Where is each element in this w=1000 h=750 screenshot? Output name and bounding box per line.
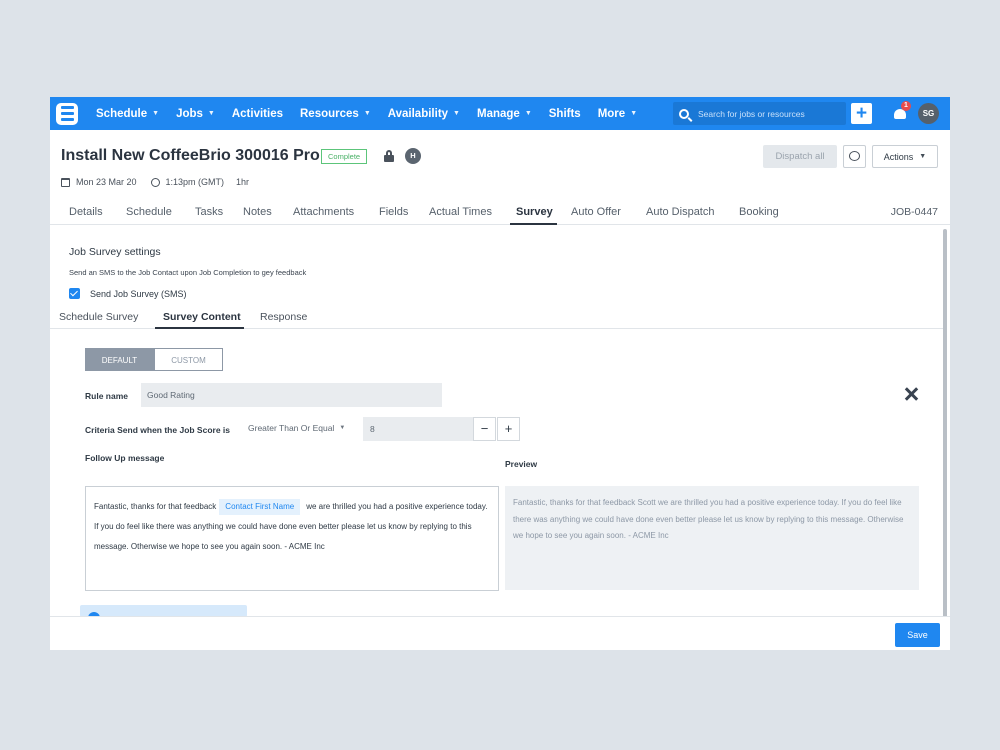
tab-actual-times[interactable]: Actual Times (429, 206, 492, 218)
increment-button[interactable]: + (497, 417, 520, 441)
nav-item-resources[interactable]: Resources ▼ (300, 108, 371, 120)
contact-first-name-token[interactable]: Contact First Name (219, 499, 301, 515)
global-search (673, 102, 846, 125)
search-icon (679, 108, 689, 119)
tab-survey[interactable]: Survey (516, 206, 553, 218)
app-logo-icon[interactable] (56, 102, 78, 125)
top-navigation-bar: Schedule ▼ Jobs ▼ Activities Resources ▼ Av… (50, 97, 950, 130)
criteria-label: Criteria Send when the Job Score is (85, 425, 231, 435)
rule-name-label: Rule name (85, 391, 128, 401)
survey-settings-heading: Job Survey settings (69, 246, 161, 258)
nav-item-activities[interactable]: Activities (232, 108, 283, 120)
job-time: 1:13pm (GMT) (165, 177, 225, 187)
nav-label: Availability (387, 107, 449, 120)
lock-icon (384, 150, 394, 162)
nav-label: Activities (231, 107, 283, 120)
job-tabs: Details Schedule Tasks Notes Attachments… (50, 201, 950, 225)
job-score-input[interactable]: 8 (363, 417, 473, 441)
job-duration: 1hr (236, 177, 250, 187)
criteria-operator-value: Greater Than Or Equal (248, 423, 335, 433)
clock-icon (150, 177, 160, 187)
nav-item-more[interactable]: More ▼ (598, 108, 637, 120)
tab-details[interactable]: Details (69, 206, 103, 218)
chat-bubble-icon (849, 151, 860, 161)
tab-auto-offer[interactable]: Auto Offer (571, 206, 621, 218)
dispatch-all-button[interactable]: Dispatch all (763, 145, 837, 168)
search-input[interactable] (698, 108, 838, 119)
followup-label: Follow Up message (85, 453, 165, 463)
nav-label: More (597, 107, 626, 120)
job-id: JOB-0447 (890, 206, 938, 218)
custom-toggle-button[interactable]: CUSTOM (154, 348, 223, 371)
rule-name-input[interactable]: Good Rating (141, 383, 442, 407)
nav-item-manage[interactable]: Manage ▼ (477, 108, 532, 120)
app-window: Schedule ▼ Jobs ▼ Activities Resources ▼ Av… (50, 97, 950, 650)
nav-label: Shifts (548, 107, 581, 120)
subtab-survey-content[interactable]: Survey Content (163, 311, 241, 323)
send-survey-checkbox[interactable] (69, 288, 80, 299)
tab-tasks[interactable]: Tasks (195, 206, 223, 218)
save-button[interactable]: Save (895, 623, 940, 647)
notifications-bell-icon[interactable]: 1 (893, 101, 911, 120)
actions-label: Actions (883, 151, 914, 162)
chevron-down-icon: ▼ (207, 110, 215, 117)
actions-dropdown[interactable]: Actions ▼ (872, 145, 938, 168)
nav-label: Resources (300, 107, 359, 120)
chat-button[interactable] (843, 145, 866, 168)
user-avatar[interactable]: SG (918, 103, 939, 124)
followup-message-editor[interactable]: Fantastic, thanks for that feedback Conta… (85, 486, 499, 591)
chevron-down-icon: ▼ (152, 110, 160, 117)
message-text-start: Fantastic, thanks for that feedback (94, 502, 217, 511)
tab-schedule[interactable]: Schedule (126, 206, 172, 218)
close-icon[interactable] (903, 386, 919, 402)
chevron-down-icon: ▼ (453, 110, 460, 117)
nav-label: Manage (476, 107, 520, 120)
nav-item-jobs[interactable]: Jobs ▼ (176, 108, 215, 120)
content-mode-toggle: DEFAULT CUSTOM (85, 348, 223, 371)
nav-label: Jobs (176, 107, 203, 120)
survey-settings-description: Send an SMS to the Job Contact upon Job … (69, 268, 307, 277)
nav-item-schedule[interactable]: Schedule ▼ (96, 108, 159, 120)
tab-fields[interactable]: Fields (379, 206, 408, 218)
nav-item-availability[interactable]: Availability ▼ (388, 108, 460, 120)
job-meta: Mon 23 Mar 20 1:13pm (GMT) 1hr (61, 177, 249, 187)
chevron-down-icon: ▼ (363, 110, 371, 117)
job-date: Mon 23 Mar 20 (76, 177, 137, 187)
main-menu: Schedule ▼ Jobs ▼ Activities Resources ▼ Av… (96, 108, 654, 120)
job-title: Install New CoffeeBrio 300016 Pro (61, 147, 320, 164)
preview-label: Preview (505, 459, 538, 469)
active-subtab-indicator (155, 327, 244, 329)
tab-auto-dispatch[interactable]: Auto Dispatch (646, 206, 714, 218)
chevron-down-icon: ▼ (339, 425, 346, 431)
tab-notes[interactable]: Notes (243, 206, 272, 218)
subtab-response[interactable]: Response (260, 311, 307, 323)
send-survey-option[interactable]: Send Job Survey (SMS) (69, 288, 187, 299)
send-survey-label: Send Job Survey (SMS) (90, 288, 187, 299)
notification-count-badge: 1 (901, 101, 911, 111)
subtab-schedule-survey[interactable]: Schedule Survey (59, 311, 138, 323)
tab-attachments[interactable]: Attachments (293, 206, 354, 218)
status-badge: Complete (321, 149, 368, 164)
nav-item-shifts[interactable]: Shifts (549, 108, 581, 120)
calendar-icon (61, 177, 70, 187)
chevron-down-icon: ▼ (919, 153, 927, 160)
chevron-down-icon: ▼ (524, 110, 532, 117)
decrement-button[interactable]: − (473, 417, 496, 441)
vertical-scrollbar[interactable] (943, 229, 947, 619)
active-tab-indicator (510, 223, 557, 225)
criteria-operator-select[interactable]: Greater Than Or Equal ▼ (248, 423, 345, 433)
default-toggle-button[interactable]: DEFAULT (85, 348, 154, 371)
tab-booking[interactable]: Booking (739, 206, 779, 218)
message-preview: Fantastic, thanks for that feedback Scot… (505, 486, 919, 590)
chevron-down-icon: ▼ (630, 110, 638, 117)
footer-bar: Save (50, 616, 950, 650)
priority-badge: H (405, 148, 421, 164)
add-new-button[interactable]: + (851, 103, 872, 124)
survey-subtabs: Schedule Survey Survey Content Response (50, 308, 943, 329)
nav-label: Schedule (96, 107, 148, 120)
